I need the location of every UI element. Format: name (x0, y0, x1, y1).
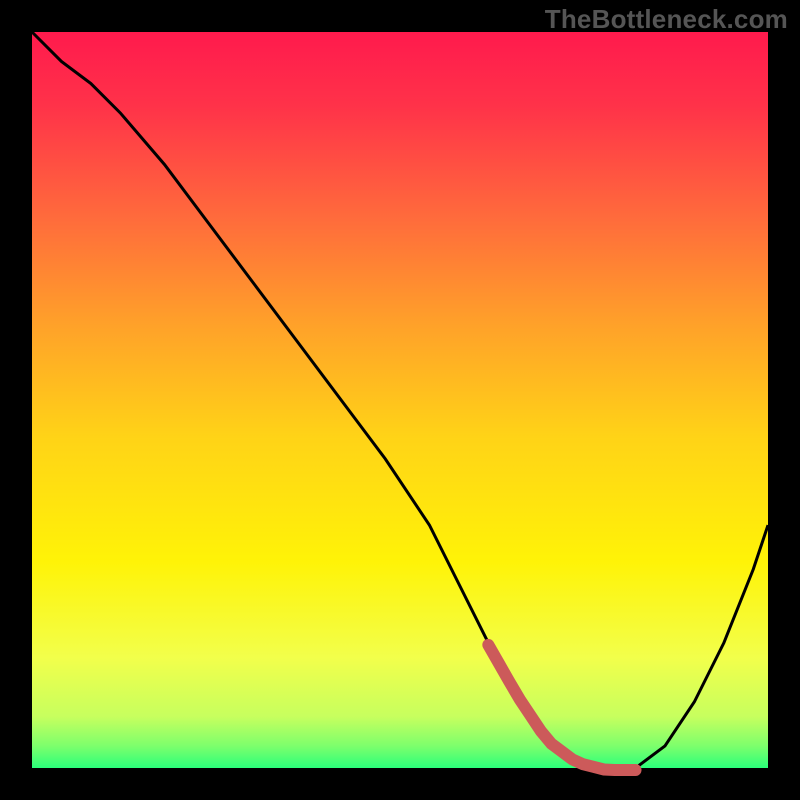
watermark-text: TheBottleneck.com (545, 4, 788, 35)
chart-stage: TheBottleneck.com (0, 0, 800, 800)
plot-area (32, 32, 768, 768)
bottleneck-chart (0, 0, 800, 800)
